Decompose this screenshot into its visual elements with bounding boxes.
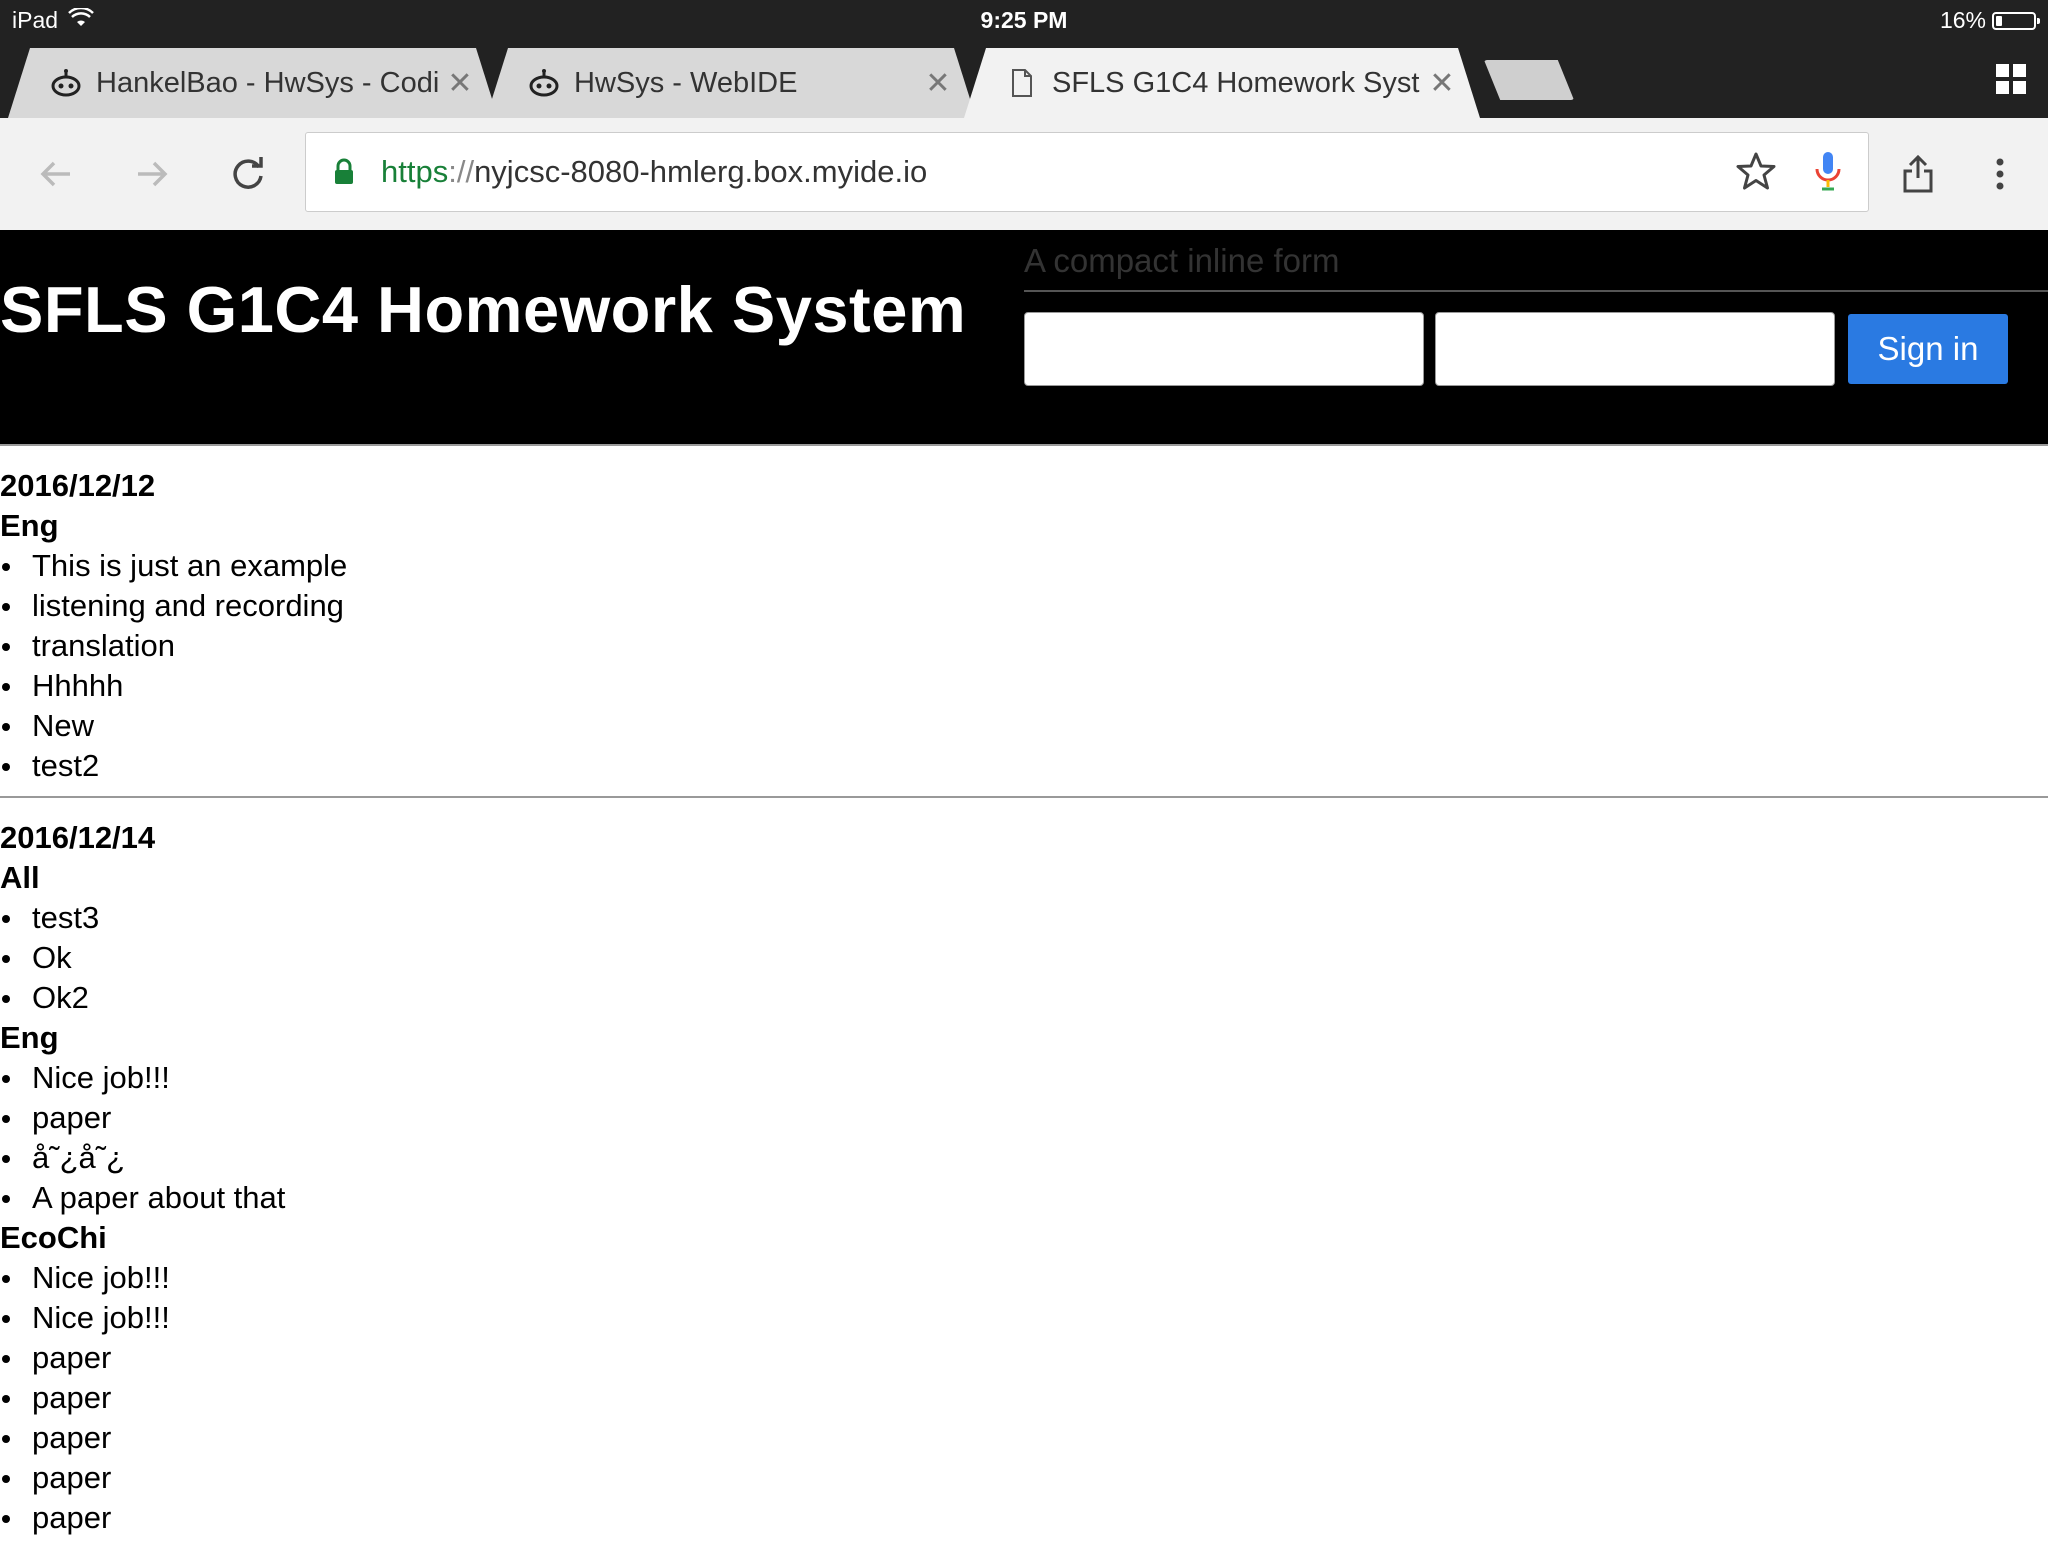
browser-toolbar: https://nyjcsc-8080-hmlerg.box.myide.io: [0, 118, 2048, 231]
homework-item: test2: [0, 746, 2048, 786]
lock-icon: [334, 158, 354, 191]
subject-heading: EcoChi: [0, 1220, 107, 1255]
status-right: 16%: [1939, 7, 2040, 34]
url-scheme: https: [381, 154, 449, 189]
battery-percent: 16%: [1939, 7, 1986, 33]
reload-icon[interactable]: [220, 146, 276, 202]
homework-item: paper: [0, 1098, 2048, 1138]
tab-title: HwSys - WebIDE: [574, 66, 798, 99]
username-field[interactable]: [1024, 312, 1424, 386]
homework-item: paper: [0, 1338, 2048, 1378]
tab-title: SFLS G1C4 Homework Syst: [1052, 66, 1420, 99]
section-date: 2016/12/14: [0, 820, 156, 855]
section-date: 2016/12/12: [0, 468, 156, 503]
tab-sfls-homework[interactable]: SFLS G1C4 Homework Syst ✕: [964, 48, 1480, 118]
close-icon[interactable]: ✕: [918, 66, 958, 101]
tab-title: HankelBao - HwSys - Coding: [96, 66, 440, 99]
password-field[interactable]: [1435, 312, 1835, 386]
homework-item: Ok: [0, 938, 2048, 978]
back-arrow-icon[interactable]: [28, 146, 84, 202]
site-header: SFLS G1C4 Homework System A compact inli…: [0, 230, 2048, 444]
page-icon: [1006, 67, 1038, 99]
tab-hankelbao[interactable]: HankelBao - HwSys - Coding ✕: [8, 48, 498, 118]
homework-items: test3 Ok Ok2: [0, 898, 2048, 1018]
homework-list: 2016/12/12 Eng This is just an example list…: [0, 444, 2048, 1548]
subject-heading: Eng: [0, 508, 59, 543]
homework-item: listening and recording: [0, 586, 2048, 626]
share-icon[interactable]: [1890, 146, 1946, 202]
homework-item: Nice job!!!: [0, 1258, 2048, 1298]
homework-items: This is just an example listening and rec…: [0, 546, 2048, 786]
more-menu-icon[interactable]: [1972, 146, 2028, 202]
url-separator: ://: [448, 154, 475, 189]
homework-item: Ok2: [0, 978, 2048, 1018]
close-icon[interactable]: ✕: [1422, 66, 1462, 101]
form-legend: A compact inline form: [1024, 242, 2048, 292]
bot-icon: [50, 67, 82, 99]
tab-strip: HankelBao - HwSys - Coding ✕ HwSys - Web…: [0, 42, 2048, 118]
sign-in-button[interactable]: Sign in: [1848, 314, 2008, 384]
bookmark-star-icon[interactable]: [1736, 151, 1776, 196]
status-time: 9:25 PM: [980, 7, 1068, 33]
microphone-icon[interactable]: [1812, 149, 1844, 198]
homework-items: Nice job!!! Nice job!!! paper paper paper pap…: [0, 1258, 2048, 1538]
date-section: 2016/12/12 Eng This is just an example list…: [0, 446, 2048, 796]
homework-item: A paper about that: [0, 1178, 2048, 1218]
battery-fill: [1996, 15, 2002, 26]
url-text: https://nyjcsc-8080-hmlerg.box.myide.io: [381, 154, 927, 190]
url-host: nyjcsc-8080-hmlerg.box.myide.io: [474, 154, 928, 189]
homework-item: This is just an example: [0, 546, 2048, 586]
address-bar[interactable]: https://nyjcsc-8080-hmlerg.box.myide.io: [305, 132, 1869, 212]
tab-webide[interactable]: HwSys - WebIDE ✕: [486, 48, 976, 118]
homework-item: å˜¿å˜¿: [0, 1138, 2048, 1178]
status-bar: iPad 9:25 PM 16%: [0, 0, 2048, 42]
homework-item: paper: [0, 1458, 2048, 1498]
subject-heading: All: [0, 860, 40, 895]
homework-item: New: [0, 706, 2048, 746]
homework-item: paper: [0, 1498, 2048, 1538]
homework-item: Hhhhh: [0, 666, 2048, 706]
bot-icon: [528, 67, 560, 99]
homework-item: translation: [0, 626, 2048, 666]
homework-item: test3: [0, 898, 2048, 938]
homework-item: paper: [0, 1378, 2048, 1418]
forward-arrow-icon[interactable]: [124, 146, 180, 202]
homework-item: paper: [0, 1418, 2048, 1458]
homework-item: Nice job!!!: [0, 1058, 2048, 1098]
tab-switcher-icon[interactable]: [1996, 64, 2026, 94]
homework-items: Nice job!!! paper å˜¿å˜¿ A paper about that: [0, 1058, 2048, 1218]
battery-icon: [1992, 11, 2040, 30]
close-icon[interactable]: ✕: [440, 66, 480, 101]
homework-item: Nice job!!!: [0, 1298, 2048, 1338]
subject-heading: Eng: [0, 1020, 59, 1055]
site-title: SFLS G1C4 Homework System: [0, 273, 967, 346]
new-tab-button[interactable]: [1484, 60, 1574, 100]
date-section: 2016/12/14 All test3 Ok Ok2 Eng Nice job!!! pap…: [0, 798, 2048, 1548]
